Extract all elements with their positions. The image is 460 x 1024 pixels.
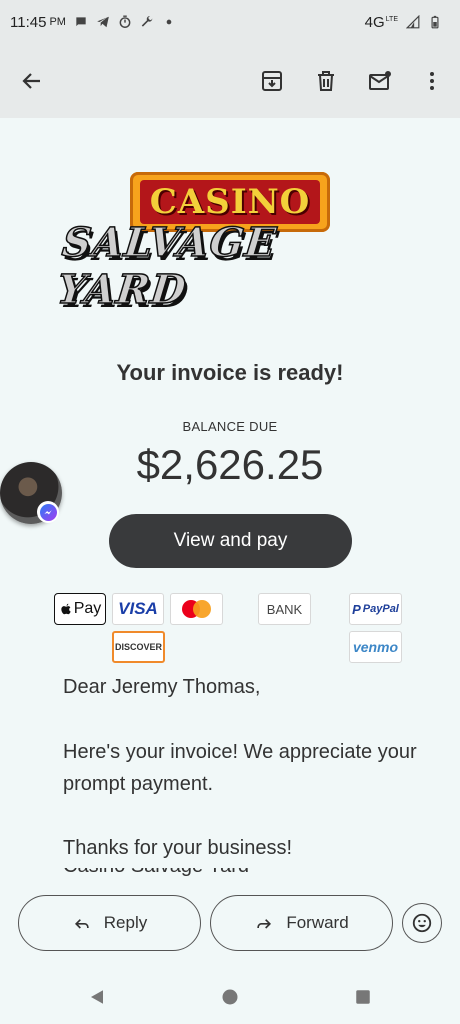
status-ampm: PM — [49, 16, 66, 28]
venmo-text: venmo — [352, 639, 399, 655]
status-time: 11:45 — [10, 13, 47, 31]
status-bar: 11:45 PM 4G LTE — [0, 0, 460, 44]
mark-unread-icon[interactable] — [366, 67, 394, 95]
archive-icon[interactable] — [258, 67, 286, 95]
back-nav-icon[interactable] — [88, 988, 106, 1006]
paypal-badge: P PayPal — [349, 593, 402, 625]
delete-icon[interactable] — [312, 67, 340, 95]
status-right: 4G LTE — [365, 14, 442, 31]
visa-badge: VISA — [112, 593, 164, 625]
discover-text: DISCOVER — [114, 642, 162, 652]
signature-partial: Casino Salvage Yard — [63, 868, 443, 878]
apple-icon — [61, 603, 71, 615]
view-and-pay-button[interactable]: View and pay — [109, 514, 352, 568]
visa-text: VISA — [118, 599, 158, 618]
reply-label: Reply — [103, 913, 148, 932]
reply-button[interactable]: Reply — [18, 895, 201, 951]
signature-text: Casino Salvage Yard — [63, 868, 443, 878]
balance-label: BALANCE DUE — [182, 419, 278, 434]
forward-icon — [257, 919, 272, 929]
messenger-badge — [37, 501, 59, 523]
dot-icon — [162, 15, 176, 29]
venmo-badge: venmo — [349, 631, 402, 663]
bank-badge: BANK — [258, 593, 311, 625]
message-line: Here's your invoice! We appreciate your … — [63, 741, 417, 795]
more-vert-icon[interactable] — [418, 67, 446, 95]
wrench-icon — [140, 15, 154, 29]
paypal-text: PayPal — [362, 603, 399, 615]
greeting-text: Dear Jeremy Thomas, — [63, 676, 261, 698]
network-type: 4G — [364, 13, 385, 31]
mastercard-badge — [170, 593, 223, 625]
company-logo: CASINO SALVAGE YARD — [54, 170, 400, 314]
battery-icon — [428, 15, 442, 29]
recents-nav-icon[interactable] — [354, 988, 372, 1006]
logo-bottom-text: SALVAGE YARD — [54, 218, 279, 314]
status-left: 11:45 PM — [10, 14, 176, 31]
messenger-chat-head[interactable] — [0, 462, 62, 524]
logo-bottom: SALVAGE YARD — [54, 218, 400, 314]
forward-label: Forward — [286, 913, 349, 932]
chat-bubble-icon — [74, 15, 88, 29]
discover-badge: DISCOVER — [112, 631, 165, 663]
home-nav-icon[interactable] — [221, 988, 239, 1006]
logo-marquee-panel: CASINO — [140, 180, 320, 224]
signal-icon — [406, 15, 420, 29]
arrow-back-icon[interactable] — [18, 67, 46, 95]
emoji-reaction-icon — [412, 913, 432, 933]
emoji-reaction-button[interactable] — [402, 903, 442, 943]
logo-top-text: CASINO — [149, 182, 311, 222]
apple-pay-text: Pay — [73, 600, 102, 617]
apple-pay-badge: Pay — [54, 593, 106, 625]
thanks-text: Thanks for your business! — [63, 837, 292, 859]
forward-button[interactable]: Forward — [210, 895, 393, 951]
email-toolbar — [0, 44, 460, 118]
timer-icon — [118, 15, 132, 29]
invoice-heading: Your invoice is ready! — [116, 360, 344, 385]
reply-icon — [74, 919, 89, 929]
balance-amount: $2,626.25 — [136, 441, 324, 488]
telegram-icon — [96, 15, 110, 29]
messenger-icon — [39, 503, 57, 521]
paypal-p-icon: P — [352, 601, 361, 617]
bank-text: BANK — [266, 601, 303, 617]
mastercard-orange-circle — [193, 600, 211, 618]
network-sub: LTE — [385, 15, 398, 23]
